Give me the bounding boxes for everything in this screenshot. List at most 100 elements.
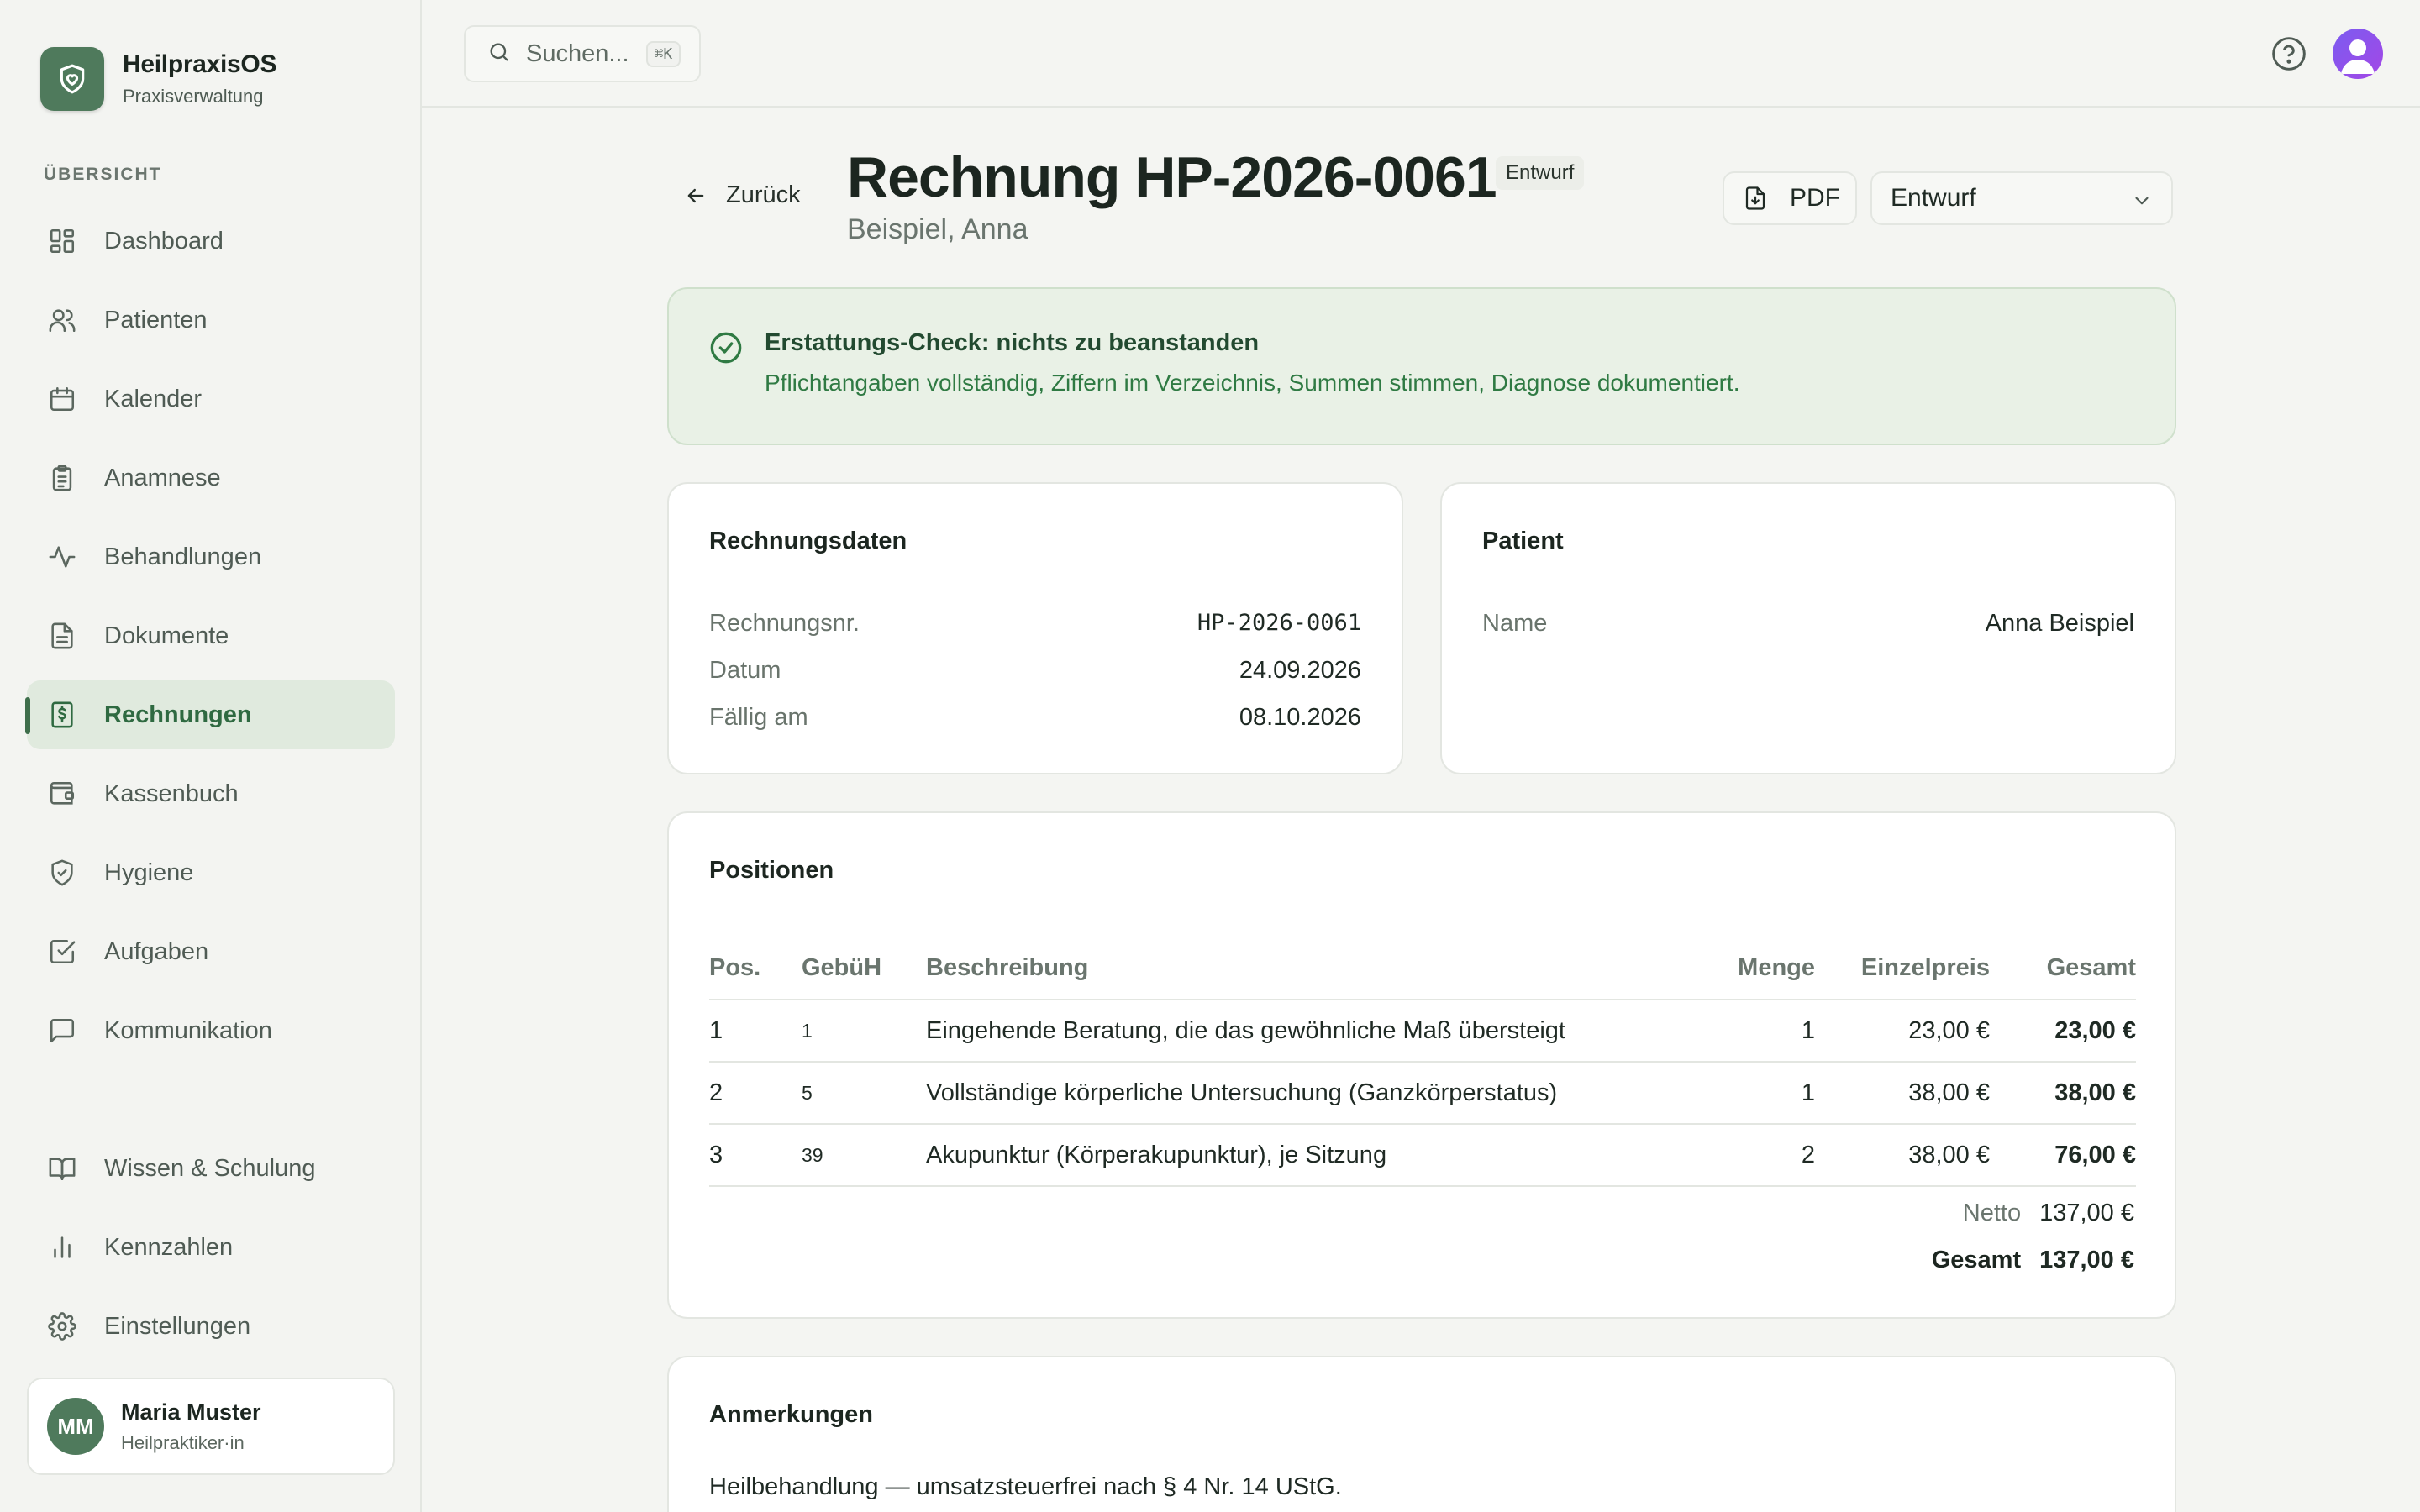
- sidebar-item-kommunikation[interactable]: Kommunikation: [27, 996, 395, 1065]
- code-cell: 39: [802, 1124, 926, 1187]
- back-label: Zurück: [726, 181, 801, 208]
- brand-name: HeilpraxisOS: [123, 50, 277, 78]
- calendar-icon: [47, 384, 77, 414]
- sidebar-item-label: Kassenbuch: [104, 780, 239, 807]
- total-cell: 76,00 €: [1990, 1124, 2136, 1187]
- invoice-icon: [47, 700, 77, 730]
- code-cell: 5: [802, 1062, 926, 1125]
- sidebar-item-kennzahlen[interactable]: Kennzahlen: [27, 1213, 395, 1282]
- sidebar-bottom-nav: Wissen & Schulung Kennzahlen Einstellung…: [27, 1134, 395, 1371]
- sidebar-item-kassenbuch[interactable]: Kassenbuch: [27, 759, 395, 828]
- quantity-cell: 1: [1681, 1062, 1815, 1125]
- sidebar-item-anamnese[interactable]: Anamnese: [27, 444, 395, 512]
- checkbox-icon: [47, 937, 77, 967]
- sidebar-item-label: Hygiene: [104, 858, 194, 886]
- status-select[interactable]: Entwurf: [1870, 171, 2173, 225]
- sidebar-item-label: Rechnungen: [104, 701, 252, 728]
- sidebar-item-label: Dashboard: [104, 227, 224, 255]
- clipboard-icon: [47, 463, 77, 493]
- user-name: Maria Muster: [121, 1399, 261, 1425]
- help-icon: [2272, 37, 2306, 71]
- sidebar-item-dashboard[interactable]: Dashboard: [27, 207, 395, 276]
- column-header: Gesamt: [1990, 937, 2136, 1000]
- search-input[interactable]: Suchen... ⌘K: [464, 25, 701, 82]
- sidebar-item-patienten[interactable]: Patienten: [27, 286, 395, 354]
- sidebar-item-label: Kommunikation: [104, 1016, 272, 1044]
- search-icon: [487, 40, 511, 68]
- alert-title: Erstattungs-Check: nichts zu beanstanden: [765, 329, 1260, 356]
- sidebar-item-dokumente[interactable]: Dokumente: [27, 601, 395, 670]
- notes-text: Heilbehandlung — umsatzsteuerfrei nach §…: [709, 1473, 1342, 1500]
- alert-text: Pflichtangaben vollständig, Ziffern im V…: [765, 370, 1740, 396]
- pdf-download-button[interactable]: PDF: [1723, 171, 1857, 225]
- invoice-date-value: 24.09.2026: [1239, 657, 1361, 684]
- document-icon: [47, 621, 77, 651]
- search-placeholder: Suchen...: [526, 39, 629, 67]
- sidebar-item-einstellungen[interactable]: Einstellungen: [27, 1292, 395, 1361]
- sidebar-nav: Dashboard Patienten Kalender Anamnese Be…: [25, 207, 395, 1075]
- sidebar-item-wissen[interactable]: Wissen & Schulung: [27, 1134, 395, 1203]
- wallet-icon: [47, 779, 77, 809]
- invoice-number-value: HP-2026-0061: [1197, 610, 1361, 636]
- user-card[interactable]: MM Maria Muster Heilpraktiker·in: [27, 1378, 395, 1475]
- file-download-icon: [1745, 186, 1765, 210]
- activity-icon: [47, 542, 77, 572]
- card-title: Anmerkungen: [709, 1401, 873, 1428]
- sidebar: HeilpraxisOS Praxisverwaltung ÜBERSICHT …: [0, 0, 422, 1512]
- arrow-left-icon: [687, 188, 704, 202]
- description-cell: Eingehende Beratung, die das gewöhnliche…: [926, 1000, 1681, 1063]
- brand-subtitle: Praxisverwaltung: [123, 86, 264, 107]
- unit-price-cell: 23,00 €: [1815, 1000, 1990, 1063]
- profile-avatar-button[interactable]: [2333, 29, 2383, 79]
- invoice-number-label: Rechnungsnr.: [709, 610, 860, 637]
- sidebar-item-label: Patienten: [104, 306, 208, 333]
- sidebar-item-kalender[interactable]: Kalender: [27, 365, 395, 433]
- quantity-cell: 1: [1681, 1000, 1815, 1063]
- description-cell: Akupunktur (Körperakupunktur), je Sitzun…: [926, 1124, 1681, 1187]
- refund-check-alert: Erstattungs-Check: nichts zu beanstanden…: [667, 287, 2176, 445]
- sidebar-item-label: Kalender: [104, 385, 203, 412]
- sidebar-item-label: Behandlungen: [104, 543, 262, 570]
- message-icon: [47, 1016, 77, 1046]
- invoice-date-label: Datum: [709, 657, 781, 684]
- dashboard-icon: [47, 226, 77, 256]
- sidebar-item-behandlungen[interactable]: Behandlungen: [27, 522, 395, 591]
- quantity-cell: 2: [1681, 1124, 1815, 1187]
- gesamt-row: Gesamt 137,00 €: [1932, 1247, 2134, 1274]
- sidebar-item-label: Aufgaben: [104, 937, 209, 965]
- brand[interactable]: HeilpraxisOS Praxisverwaltung: [40, 47, 276, 111]
- pdf-label: PDF: [1790, 184, 1840, 212]
- netto-value: 137,00 €: [2039, 1200, 2134, 1226]
- column-header: Pos.: [709, 937, 802, 1000]
- table-row: 1 1 Eingehende Beratung, die das gewöhnl…: [709, 1000, 2136, 1063]
- heart-shield-logo-icon: [40, 47, 104, 111]
- table-row: 3 39 Akupunktur (Körperakupunktur), je S…: [709, 1124, 2136, 1187]
- card-title: Rechnungsdaten: [709, 528, 908, 554]
- users-icon: [47, 305, 77, 335]
- sidebar-item-rechnungen[interactable]: Rechnungen: [25, 680, 395, 749]
- pos-cell: 1: [709, 1000, 802, 1063]
- topbar: Suchen... ⌘K: [422, 0, 2420, 108]
- help-button[interactable]: [2270, 35, 2307, 72]
- card-title: Patient: [1482, 528, 1564, 554]
- sidebar-item-hygiene[interactable]: Hygiene: [27, 838, 395, 907]
- notes-card: Anmerkungen Heilbehandlung — umsatzsteue…: [667, 1356, 2176, 1512]
- check-circle-icon: [710, 332, 742, 364]
- unit-price-cell: 38,00 €: [1815, 1062, 1990, 1125]
- gesamt-value: 137,00 €: [2039, 1247, 2134, 1273]
- shortcut-hint: ⌘K: [645, 40, 681, 67]
- column-header: GebüH: [802, 937, 926, 1000]
- patient-subtitle: Beispiel, Anna: [847, 213, 1028, 245]
- column-header: Menge: [1681, 937, 1815, 1000]
- total-cell: 38,00 €: [1990, 1062, 2136, 1125]
- patient-name-label: Name: [1482, 610, 1548, 637]
- table-header-row: Pos. GebüH Beschreibung Menge Einzelprei…: [709, 937, 2136, 1000]
- page-title: Rechnung HP-2026-0061: [847, 145, 1497, 209]
- netto-row: Netto 137,00 €: [1963, 1200, 2134, 1227]
- sidebar-item-label: Wissen & Schulung: [104, 1154, 316, 1182]
- column-header: Beschreibung: [926, 937, 1681, 1000]
- sidebar-item-aufgaben[interactable]: Aufgaben: [27, 917, 395, 986]
- sidebar-item-label: Anamnese: [104, 464, 221, 491]
- sidebar-item-label: Kennzahlen: [104, 1233, 234, 1261]
- back-button[interactable]: Zurück: [684, 181, 801, 209]
